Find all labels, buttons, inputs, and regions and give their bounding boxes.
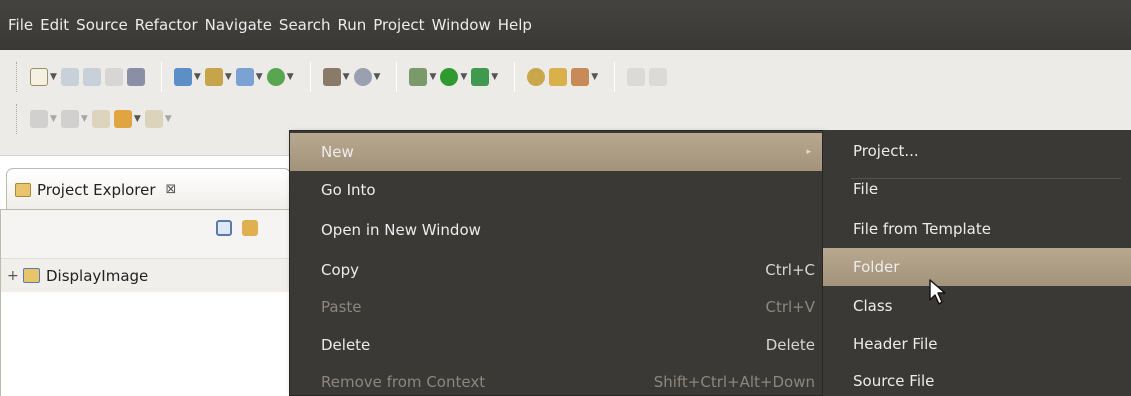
run-icon[interactable]: ▼	[440, 68, 467, 86]
menu-item-open-in-new-window[interactable]: Open in New Window	[290, 211, 823, 249]
menu-item-go-into[interactable]: Go Into	[290, 171, 823, 209]
project-explorer-view: + DisplayImage	[0, 209, 292, 396]
menu-source[interactable]: Source	[74, 0, 133, 50]
menu-item-label: Copy	[321, 261, 360, 279]
submenu-item-class[interactable]: Class	[823, 287, 1131, 325]
toolbar-row-1: ▼ ▼ ▼ ▼ ▼ ▼ ▼ ▼ ▼ ▼ ▼	[16, 60, 671, 94]
new-source-folder-icon[interactable]: ▼	[235, 68, 263, 86]
open-type-icon[interactable]	[527, 68, 546, 86]
project-name: DisplayImage	[46, 266, 149, 285]
menu-run[interactable]: Run	[335, 0, 371, 50]
new-class-icon[interactable]: ▼	[204, 68, 232, 86]
external-tools-icon[interactable]: ▼	[471, 68, 498, 86]
menu-item-paste[interactable]: Paste Ctrl+V	[290, 288, 823, 326]
submenu-arrow-icon: ▸	[806, 147, 811, 157]
menu-navigate[interactable]: Navigate	[203, 0, 277, 50]
menu-item-copy[interactable]: Copy Ctrl+C	[290, 251, 823, 289]
forward-history-icon[interactable]: ▼	[144, 110, 172, 128]
collapse-all-icon[interactable]	[216, 220, 232, 236]
menu-item-shortcut: Ctrl+V	[765, 298, 815, 316]
search-icon[interactable]: ▼	[571, 68, 598, 86]
submenu-item-header-file[interactable]: Header File	[823, 325, 1131, 363]
menu-item-label: Go Into	[321, 181, 376, 199]
new-submenu: Project... File File from Template Folde…	[822, 130, 1131, 396]
menu-window[interactable]: Window	[430, 0, 496, 50]
menu-item-shortcut: Shift+Ctrl+Alt+Down	[653, 373, 815, 391]
open-element-icon[interactable]	[549, 68, 568, 86]
menu-item-label: Delete	[321, 336, 371, 354]
toolbar-separator	[396, 62, 398, 92]
menu-item-shortcut: Ctrl+C	[765, 261, 815, 279]
menu-project[interactable]: Project	[371, 0, 429, 50]
menu-item-label: New	[321, 143, 354, 161]
menu-file[interactable]: File	[6, 0, 38, 50]
submenu-item-source-file[interactable]: Source File	[823, 362, 1131, 396]
menu-refactor[interactable]: Refactor	[133, 0, 203, 50]
menu-item-label: Paste	[321, 298, 362, 316]
menu-search[interactable]: Search	[277, 0, 336, 50]
tab-label: Project Explorer	[37, 180, 156, 199]
toolbar-separator	[514, 62, 516, 92]
debug-history-icon[interactable]: ▼	[353, 68, 380, 86]
menu-bar: File Edit Source Refactor Navigate Searc…	[0, 0, 1131, 50]
submenu-item-file-from-template[interactable]: File from Template	[823, 210, 1131, 248]
toolbar-row-2: ▼ ▼ ▼ ▼	[16, 102, 176, 136]
new-wizard-icon[interactable]: ▼	[30, 68, 57, 86]
menu-item-delete[interactable]: Delete Delete	[290, 326, 823, 364]
toolbar-separator	[160, 62, 162, 92]
toolbar-grip[interactable]	[16, 104, 20, 134]
submenu-item-file[interactable]: File	[823, 170, 1131, 208]
tree-item-project[interactable]: + DisplayImage	[1, 258, 292, 292]
toggle-annotation-icon[interactable]	[627, 68, 646, 86]
new-header-icon[interactable]: ▼	[266, 68, 294, 86]
back-icon[interactable]	[91, 110, 110, 128]
submenu-item-project[interactable]: Project...	[823, 132, 1131, 170]
new-c-project-icon[interactable]: ▼	[173, 68, 201, 86]
view-tools	[216, 220, 258, 236]
link-with-editor-icon[interactable]	[242, 220, 258, 236]
forward-icon[interactable]: ▼	[113, 110, 141, 128]
print-icon[interactable]	[104, 68, 123, 86]
toolbar-separator	[309, 62, 311, 92]
close-icon[interactable]: ⊠	[166, 182, 177, 197]
toolbar-grip[interactable]	[16, 62, 20, 92]
project-folder-icon	[23, 268, 40, 283]
folder-icon	[15, 182, 31, 197]
build-icon[interactable]	[126, 68, 145, 86]
expand-icon[interactable]: +	[7, 268, 23, 284]
save-icon[interactable]	[60, 68, 79, 86]
debug-icon[interactable]: ▼	[409, 68, 436, 86]
toolbar-separator	[614, 62, 616, 92]
prev-edit-icon[interactable]: ▼	[60, 110, 88, 128]
next-annotation-icon[interactable]	[649, 68, 668, 86]
menu-help[interactable]: Help	[496, 0, 537, 50]
build-hammer-icon[interactable]: ▼	[322, 68, 350, 86]
menu-item-new[interactable]: New ▸	[290, 133, 823, 171]
mouse-pointer-icon	[929, 279, 946, 305]
menu-edit[interactable]: Edit	[38, 0, 74, 50]
tab-project-explorer[interactable]: Project Explorer ⊠	[6, 168, 291, 210]
menu-item-shortcut: Delete	[765, 336, 815, 354]
save-all-icon[interactable]	[82, 68, 101, 86]
context-menu: New ▸ Go Into Open in New Window Copy Ct…	[289, 130, 824, 396]
next-edit-icon[interactable]: ▼	[30, 110, 57, 128]
submenu-item-folder[interactable]: Folder	[823, 248, 1131, 286]
menu-item-remove-from-context[interactable]: Remove from Context Shift+Ctrl+Alt+Down	[290, 363, 823, 396]
menu-item-label: Remove from Context	[321, 373, 486, 391]
menu-item-label: Open in New Window	[321, 221, 481, 239]
